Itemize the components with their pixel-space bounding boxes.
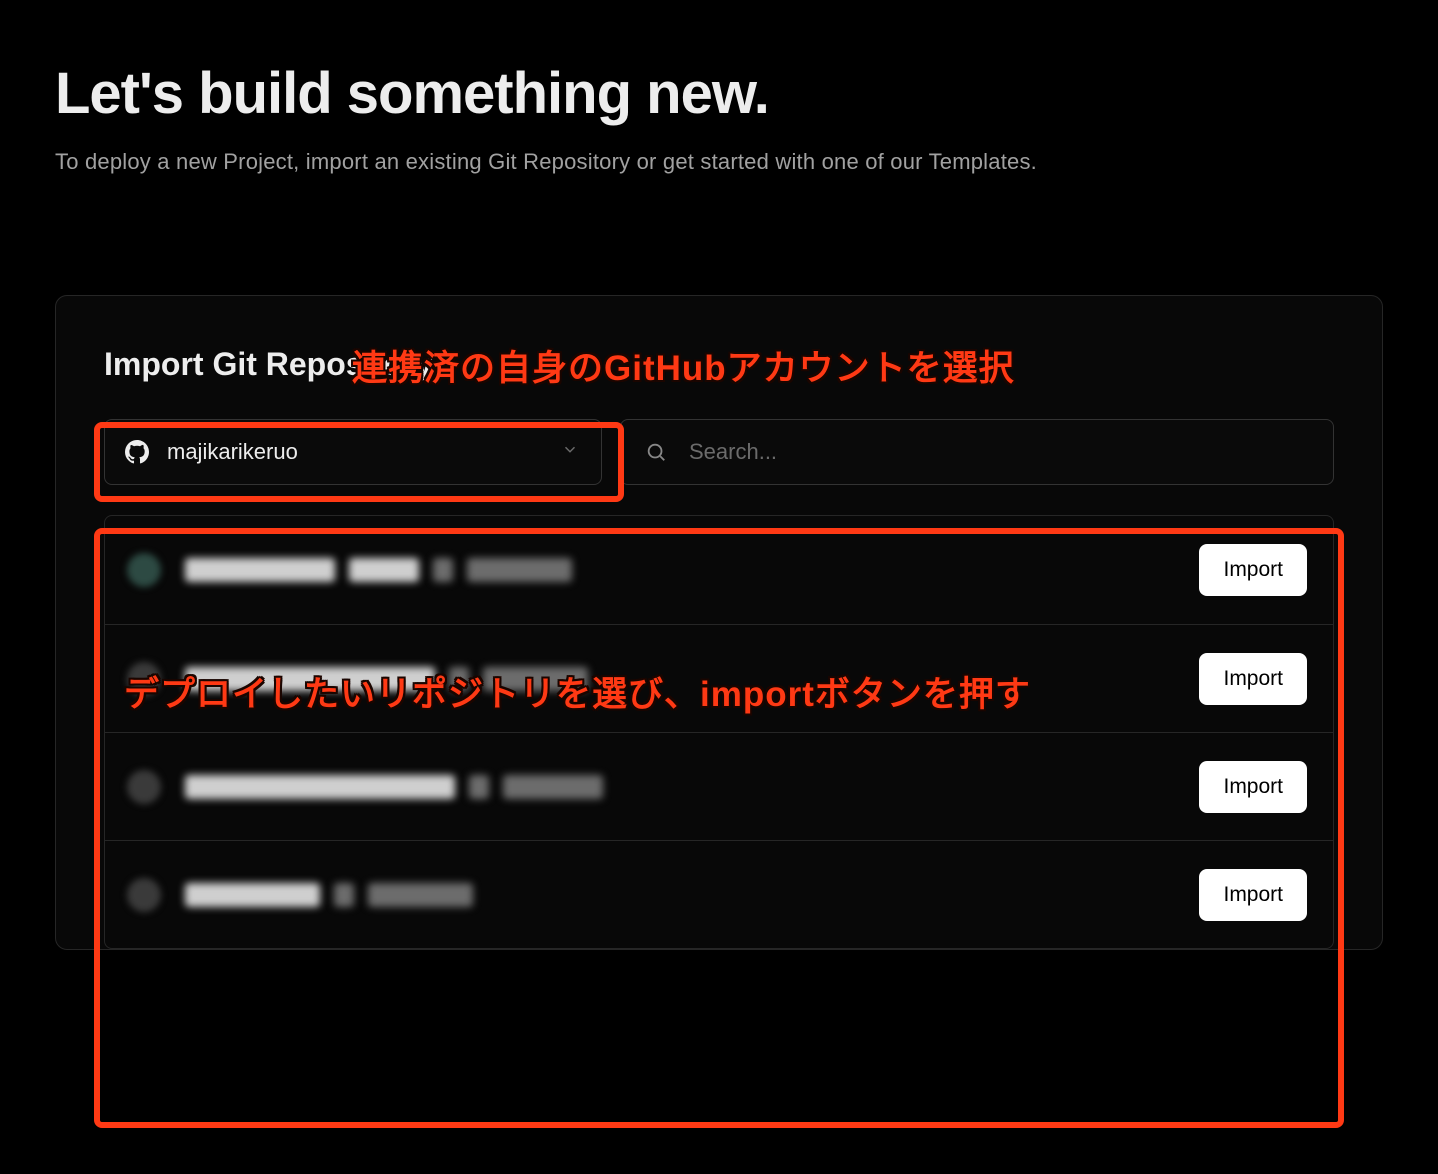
controls-row: majikarikeruo <box>104 419 1334 485</box>
import-card: Import Git Repository majikarikeruo <box>55 295 1383 950</box>
card-title: Import Git Repository <box>104 346 1334 383</box>
chevron-down-icon <box>561 441 579 464</box>
account-select[interactable]: majikarikeruo <box>104 419 602 485</box>
import-button[interactable]: Import <box>1199 869 1307 921</box>
repo-item: Import <box>105 840 1333 948</box>
search-icon <box>645 441 667 463</box>
import-button[interactable]: Import <box>1199 653 1307 705</box>
import-button[interactable]: Import <box>1199 761 1307 813</box>
repo-list: Import Import Import <box>104 515 1334 949</box>
import-button[interactable]: Import <box>1199 544 1307 596</box>
repo-name-blurred <box>185 667 1199 691</box>
repo-item: Import <box>105 516 1333 624</box>
search-input[interactable] <box>689 439 1309 465</box>
repo-name-blurred <box>185 558 1199 582</box>
search-box[interactable] <box>620 419 1334 485</box>
repo-avatar-icon <box>127 770 161 804</box>
repo-item: Import <box>105 732 1333 840</box>
page-title: Let's build something new. <box>55 60 1383 127</box>
repo-avatar-icon <box>127 662 161 696</box>
page-subtitle: To deploy a new Project, import an exist… <box>55 149 1383 175</box>
repo-avatar-icon <box>127 878 161 912</box>
repo-avatar-icon <box>127 553 161 587</box>
account-name: majikarikeruo <box>167 439 298 465</box>
github-icon <box>125 440 149 464</box>
repo-item: Import <box>105 624 1333 732</box>
repo-name-blurred <box>185 883 1199 907</box>
repo-name-blurred <box>185 775 1199 799</box>
